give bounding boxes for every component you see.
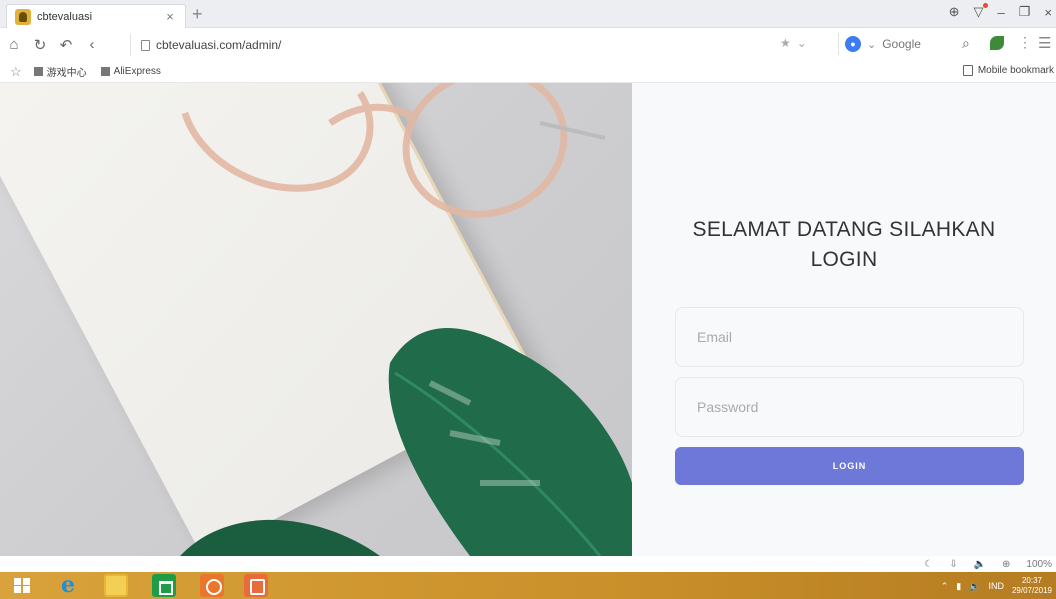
- extension-icon[interactable]: ⊕: [949, 4, 960, 20]
- hero-image: [0, 83, 632, 556]
- volume-icon[interactable]: 🔈: [974, 559, 986, 570]
- bookmark-item[interactable]: 游戏中心: [33, 64, 87, 79]
- back-icon[interactable]: ‹: [80, 36, 104, 53]
- site-favicon-icon: [15, 8, 31, 25]
- chevron-down-icon[interactable]: ⌄: [867, 38, 876, 51]
- folder-icon: [100, 67, 110, 76]
- mobile-icon: [962, 65, 973, 76]
- zoom-icon[interactable]: ⊕: [1002, 559, 1010, 570]
- zoom-level[interactable]: 100%: [1026, 559, 1052, 570]
- system-tray: ⌃ ▮ 🔈 IND 20:37 29/07/2019: [941, 576, 1052, 596]
- start-button-icon[interactable]: [10, 574, 34, 597]
- tray-expand-icon[interactable]: ⌃: [941, 581, 949, 592]
- bookmark-label: 游戏中心: [46, 68, 87, 79]
- close-window-icon[interactable]: ×: [1044, 5, 1052, 20]
- restore-icon[interactable]: ❐: [1019, 4, 1031, 20]
- browser-tab[interactable]: cbtevaluasi ×: [6, 4, 186, 28]
- page-icon: [141, 39, 150, 51]
- file-explorer-icon[interactable]: [104, 574, 128, 597]
- night-mode-icon[interactable]: ☾: [924, 559, 933, 570]
- app-icon[interactable]: [244, 574, 268, 597]
- login-panel: SELAMAT DATANG SILAHKAN LOGIN Email Pass…: [632, 83, 1056, 556]
- minimize-icon[interactable]: –: [998, 5, 1005, 20]
- search-engine-label: Google: [882, 37, 921, 51]
- window-controls: ⊕ ▽ – ❐ ×: [949, 3, 1052, 20]
- leaf-graphic: [180, 328, 632, 556]
- reload-icon[interactable]: ↻: [28, 36, 52, 54]
- home-icon[interactable]: ⌂: [2, 36, 26, 53]
- notification-icon[interactable]: ▽: [974, 3, 988, 20]
- mobile-bookmarks-label: Mobile bookmark: [977, 65, 1054, 76]
- menu-icon[interactable]: ☰: [1038, 34, 1051, 52]
- address-bar[interactable]: cbtevaluasi.com/admin/: [130, 34, 810, 56]
- download-icon[interactable]: ⇩: [949, 559, 957, 570]
- taskbar: e ⌃ ▮ 🔈 IND 20:37 29/07/2019: [0, 572, 1056, 599]
- bookmark-item[interactable]: AliExpress: [100, 66, 161, 77]
- glasses-graphic: [181, 83, 606, 218]
- new-tab-icon[interactable]: +: [192, 4, 203, 24]
- store-icon[interactable]: [152, 574, 176, 597]
- clock-time: 20:37: [1021, 576, 1042, 585]
- page-content: SELAMAT DATANG SILAHKAN LOGIN Email Pass…: [0, 83, 1056, 556]
- screen: cbtevaluasi × + ⊕ ▽ – ❐ × ⌂ ↻ ↶ ‹ cbteva…: [0, 0, 1056, 599]
- clock-date: 29/07/2019: [1011, 586, 1052, 595]
- search-icon[interactable]: ⌕: [962, 35, 970, 52]
- bookmarks-bar: ☆ 游戏中心 AliExpress Mobile bookmark: [0, 61, 1056, 83]
- address-actions: ★ ⌄: [780, 36, 807, 50]
- navigation-bar: ⌂ ↻ ↶ ‹ cbtevaluasi.com/admin/ ★ ⌄ ● ⌄ G…: [0, 28, 1056, 61]
- glasses-and-leaf-graphic: [180, 83, 632, 556]
- url-text[interactable]: cbtevaluasi.com/admin/: [156, 38, 281, 52]
- bookmark-star-icon[interactable]: ☆: [10, 64, 22, 80]
- language-indicator[interactable]: IND: [988, 581, 1004, 591]
- xampp-icon[interactable]: [200, 574, 224, 597]
- close-tab-icon[interactable]: ×: [163, 9, 177, 24]
- login-button[interactable]: LOGIN: [675, 447, 1024, 485]
- bookmark-label: AliExpress: [113, 66, 161, 77]
- tab-title: cbtevaluasi: [37, 10, 93, 23]
- clock[interactable]: 20:37 29/07/2019: [1012, 576, 1052, 596]
- password-field[interactable]: Password: [675, 377, 1024, 437]
- browser-status-bar: ☾ ⇩ 🔈 ⊕ 100%: [0, 556, 1056, 572]
- chevron-down-icon[interactable]: ⌄: [797, 36, 807, 50]
- tab-strip: cbtevaluasi × + ⊕ ▽ – ❐ ×: [0, 0, 1056, 28]
- folder-icon: [33, 67, 43, 76]
- volume-icon[interactable]: 🔈: [969, 581, 980, 592]
- search-engine-icon[interactable]: ●: [845, 36, 861, 52]
- more-icon[interactable]: ⋮: [1018, 34, 1032, 51]
- search-box[interactable]: ● ⌄ Google: [838, 33, 978, 55]
- bookmark-star-icon[interactable]: ★: [780, 36, 791, 50]
- internet-explorer-icon[interactable]: e: [56, 574, 80, 597]
- mobile-bookmarks[interactable]: Mobile bookmark: [962, 65, 1054, 76]
- email-field[interactable]: Email: [675, 307, 1024, 367]
- leaf-extension-icon[interactable]: [990, 36, 1004, 50]
- undo-icon[interactable]: ↶: [54, 36, 78, 54]
- network-icon[interactable]: ▮: [956, 581, 961, 592]
- welcome-heading: SELAMAT DATANG SILAHKAN LOGIN: [692, 218, 996, 271]
